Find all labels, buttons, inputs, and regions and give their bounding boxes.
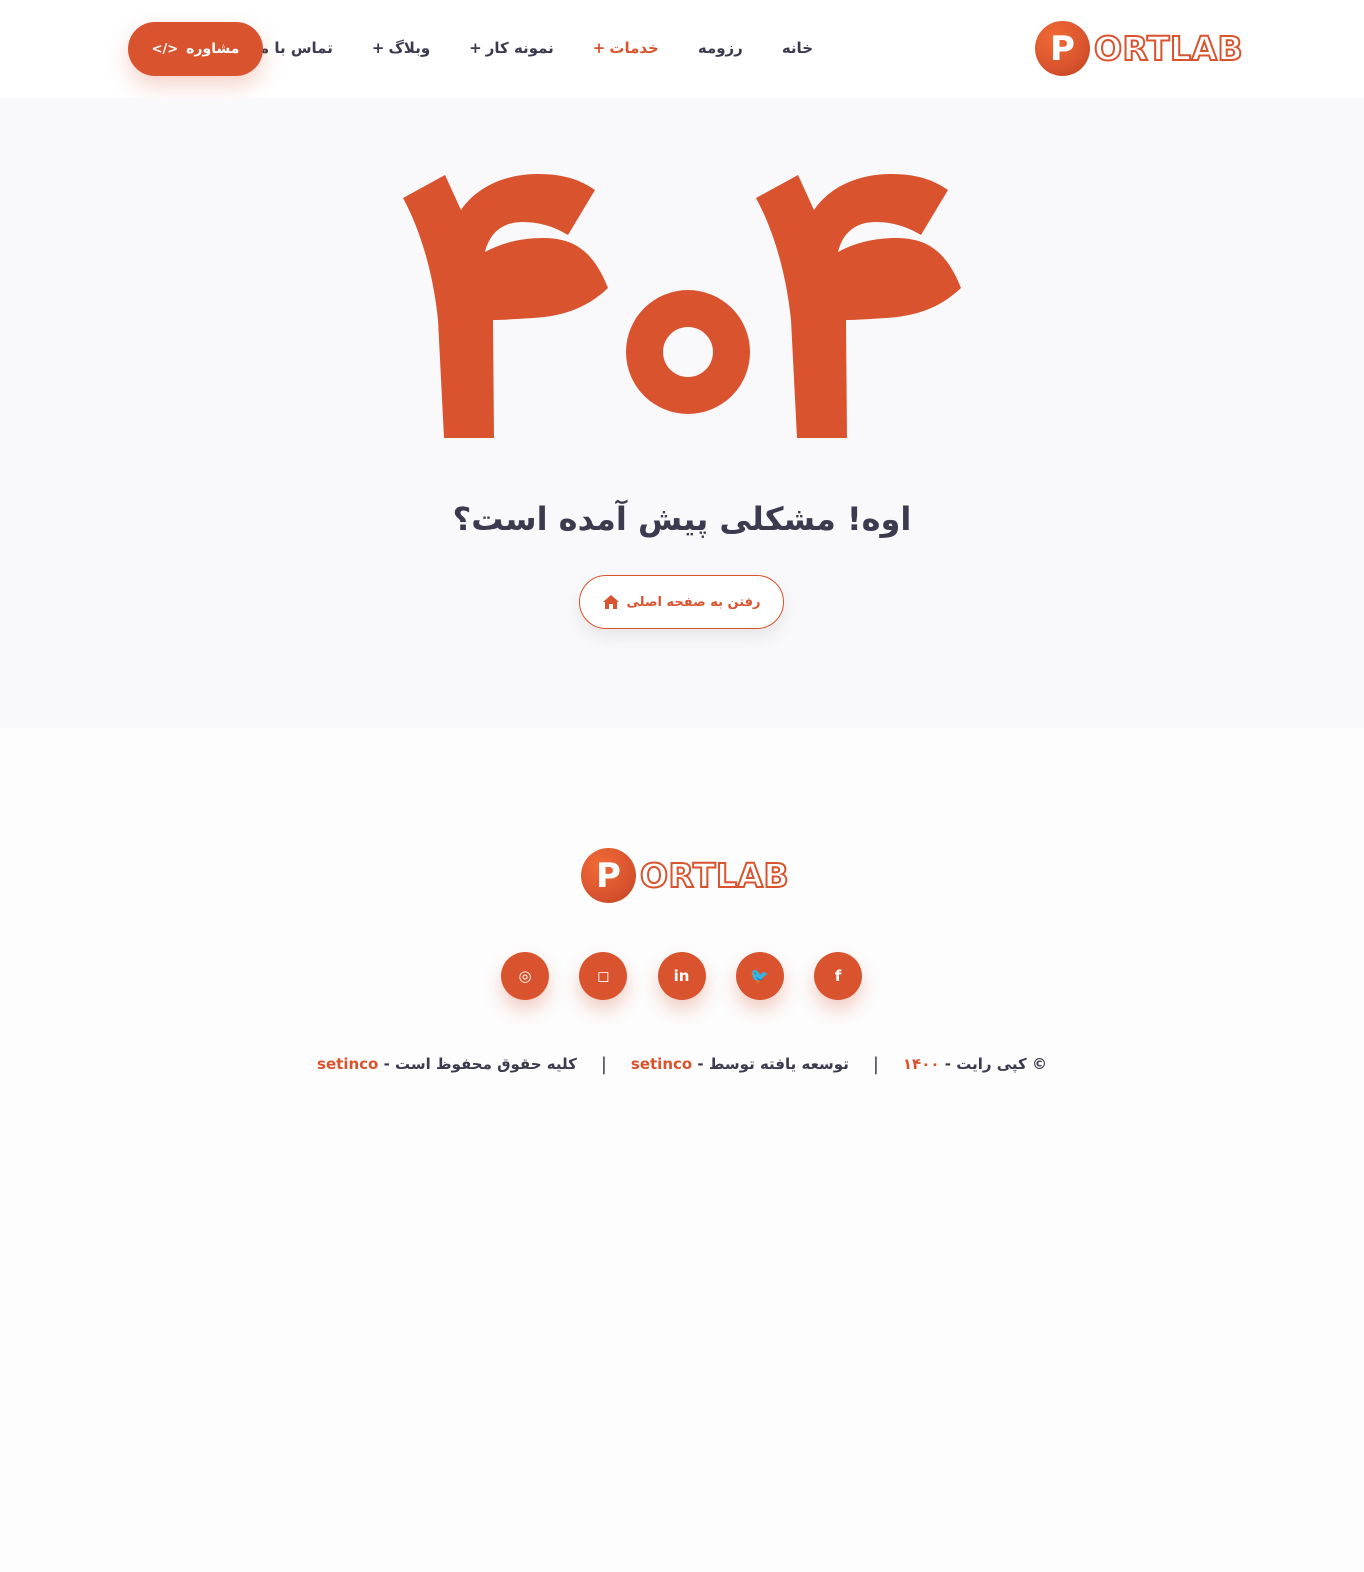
header-logo[interactable]: P ORTLAB	[1035, 21, 1244, 76]
nav-item-label: وبلاگ	[388, 39, 431, 57]
page: P ORTLAB خانه رزومه خدمات+ نمونه کار+ وبلاگ+…	[0, 0, 1364, 1572]
nav-item[interactable]: خدمات+	[593, 39, 659, 57]
social-links: ◎ ◻ in 🐦 f	[501, 952, 862, 1000]
nav-item-label: تماس با ما	[254, 39, 333, 57]
home-icon	[602, 595, 619, 609]
copyright-text: © کپی رایت - ۱۴۰۰	[902, 1055, 1047, 1073]
developed-by-text: توسعه یافته توسط - setinco	[630, 1055, 849, 1073]
nav-item-label: خانه	[781, 39, 813, 57]
logo-wordmark: ORTLAB	[1093, 29, 1244, 68]
logo-wordmark: ORTLAB	[639, 856, 790, 895]
instagram-icon[interactable]: ◻	[579, 952, 628, 1000]
nav-item[interactable]: رزومه	[698, 39, 743, 57]
nav-item-label: خدمات	[609, 39, 659, 57]
nav-item[interactable]: خانه	[782, 39, 813, 57]
plus-icon: +	[371, 39, 385, 57]
twitter-icon[interactable]: 🐦	[735, 952, 784, 1000]
developer-link[interactable]: setinco	[631, 1055, 692, 1073]
dribbble-icon[interactable]: ◎	[501, 952, 549, 1000]
nav-item[interactable]: نمونه کار+	[469, 39, 554, 57]
footer-logo[interactable]: P ORTLAB	[581, 848, 790, 903]
logo-p-mark: P	[1035, 21, 1090, 76]
main-nav: خانه رزومه خدمات+ نمونه کار+ وبلاگ+ تماس با م…	[215, 36, 813, 60]
nav-item[interactable]: تماس با ما	[254, 39, 333, 57]
digit-four-right	[756, 174, 961, 438]
rights-text: کلیه حقوق محفوظ است - setinco	[317, 1055, 577, 1073]
nav-item[interactable]: وبلاگ+	[372, 39, 430, 57]
owner-link[interactable]: setinco	[317, 1055, 378, 1073]
go-home-button[interactable]: رفتن به صفحه اصلی	[579, 575, 784, 629]
plus-icon: +	[592, 39, 606, 57]
consult-button-label: مشاوره	[186, 41, 240, 57]
logo-p-mark: P	[581, 848, 636, 903]
code-icon: </>	[151, 41, 179, 57]
go-home-button-label: رفتن به صفحه اصلی	[626, 594, 761, 610]
divider: |	[600, 1053, 607, 1075]
error-headline: اوه! مشکلی پیش آمده است؟	[452, 500, 912, 538]
plus-icon: +	[469, 39, 482, 57]
divider: |	[872, 1053, 879, 1075]
site-header: P ORTLAB خانه رزومه خدمات+ نمونه کار+ وبلاگ+…	[0, 0, 1364, 98]
digit-four-left	[403, 174, 608, 438]
copyright-bar: © کپی رایت - ۱۴۰۰ | توسعه یافته توسط - s…	[0, 1052, 1364, 1076]
facebook-icon[interactable]: f	[814, 952, 862, 1000]
linkedin-icon[interactable]: in	[657, 952, 706, 1000]
copyright-year: ۱۴۰۰	[902, 1055, 940, 1073]
consult-button[interactable]: مشاوره </>	[128, 22, 263, 76]
nav-item-label: نمونه کار	[485, 39, 554, 57]
error-code-404	[403, 174, 961, 438]
nav-item-label: رزومه	[697, 39, 743, 57]
